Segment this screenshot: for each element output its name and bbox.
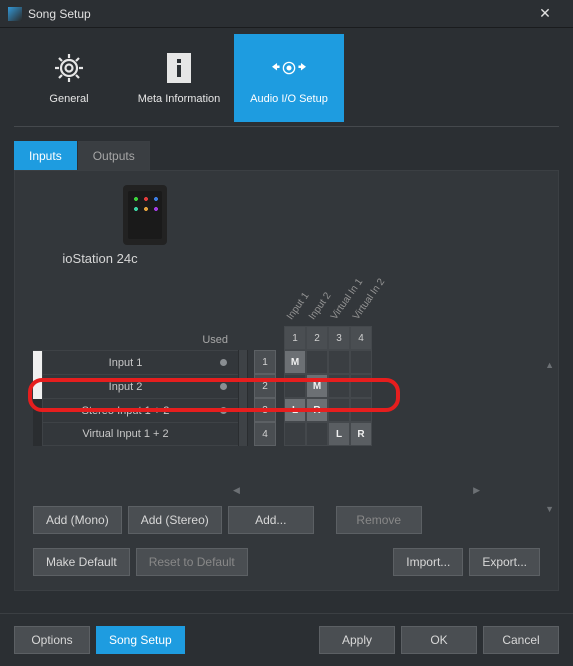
col-number: 1 <box>284 326 306 350</box>
row-label: Virtual Input 1 + 2 <box>43 428 208 440</box>
row-slider[interactable] <box>238 422 248 446</box>
tab-general-label: General <box>49 93 88 105</box>
cancel-button[interactable]: Cancel <box>483 626 559 654</box>
tab-meta-information[interactable]: Meta Information <box>124 34 234 122</box>
subtab-inputs[interactable]: Inputs <box>14 141 77 170</box>
row-slider[interactable] <box>238 350 248 374</box>
row-index: 1 <box>254 350 276 374</box>
default-import-row: Make Default Reset to Default Import... … <box>33 548 540 576</box>
row-color-chip[interactable] <box>33 422 43 446</box>
row-label: Input 1 <box>43 357 208 369</box>
routing-cell[interactable] <box>350 398 372 422</box>
io-icon <box>272 51 306 85</box>
row-label: Stereo Input 1 + 2 <box>43 405 208 417</box>
tab-audio-io-setup[interactable]: Audio I/O Setup <box>234 34 344 122</box>
row-index: 2 <box>254 374 276 398</box>
routing-cell[interactable]: L <box>328 422 350 446</box>
col-number: 2 <box>306 326 328 350</box>
row-index: 4 <box>254 422 276 446</box>
routing-cell[interactable]: M <box>284 350 306 374</box>
device-name: ioStation 24c <box>62 251 137 266</box>
used-header: Used <box>33 272 238 350</box>
used-indicator <box>208 407 238 414</box>
row-index: 3 <box>254 398 276 422</box>
col-number: 3 <box>328 326 350 350</box>
row-slider[interactable] <box>238 374 248 398</box>
used-indicator <box>208 359 238 366</box>
row-color-chip[interactable] <box>33 351 43 375</box>
routing-cell[interactable]: R <box>350 422 372 446</box>
export-button[interactable]: Export... <box>469 548 540 576</box>
subtab-outputs[interactable]: Outputs <box>78 141 150 170</box>
scroll-left-icon[interactable] <box>233 482 240 496</box>
add-mono-button[interactable]: Add (Mono) <box>33 506 122 534</box>
col-numbers: 1 2 3 4 <box>284 326 372 350</box>
routing-cell[interactable]: R <box>306 398 328 422</box>
info-icon <box>162 51 196 85</box>
routing-matrix: Used Input 1 Input 2 Stereo Input 1 + 2 <box>33 272 540 446</box>
used-indicator <box>208 383 238 390</box>
device-block: ioStation 24c <box>33 185 540 266</box>
row-labels: Used Input 1 Input 2 Stereo Input 1 + 2 <box>33 272 238 446</box>
app-icon <box>8 7 22 21</box>
apply-button[interactable]: Apply <box>319 626 395 654</box>
window-title: Song Setup <box>28 7 525 21</box>
tab-io-label: Audio I/O Setup <box>250 93 328 105</box>
table-row[interactable]: Virtual Input 1 + 2 <box>33 422 238 446</box>
ok-button[interactable]: OK <box>401 626 477 654</box>
scroll-down-icon[interactable] <box>545 501 554 515</box>
routing-cell[interactable]: L <box>284 398 306 422</box>
table-row[interactable]: Input 1 <box>33 350 238 374</box>
remove-button[interactable]: Remove <box>336 506 422 534</box>
routing-cell[interactable]: M <box>306 374 328 398</box>
table-row[interactable]: Stereo Input 1 + 2 <box>33 398 238 422</box>
routing-cell[interactable] <box>328 350 350 374</box>
routing-cell[interactable] <box>328 398 350 422</box>
add-stereo-button[interactable]: Add (Stereo) <box>128 506 222 534</box>
content-area: General Meta Information Audio I/O Setup… <box>0 28 573 605</box>
make-default-button[interactable]: Make Default <box>33 548 130 576</box>
v-scroll <box>545 357 554 515</box>
import-button[interactable]: Import... <box>393 548 463 576</box>
row-label: Input 2 <box>43 381 208 393</box>
routing-cell[interactable] <box>306 422 328 446</box>
tab-general[interactable]: General <box>14 34 124 122</box>
top-tabs: General Meta Information Audio I/O Setup <box>14 34 559 122</box>
song-setup-button[interactable]: Song Setup <box>96 626 185 654</box>
routing-cell[interactable] <box>350 374 372 398</box>
h-scroll <box>33 482 540 496</box>
col-label: Input 1 <box>285 291 312 322</box>
index-column: 1 2 3 4 <box>238 272 276 446</box>
sub-tabs: Inputs Outputs <box>14 141 559 171</box>
scroll-up-icon[interactable] <box>545 357 554 371</box>
grid-rows: M M L R <box>284 350 372 446</box>
routing-cell[interactable] <box>306 350 328 374</box>
add-button[interactable]: Add... <box>228 506 314 534</box>
bottom-bar: Options Song Setup Apply OK Cancel <box>0 613 573 666</box>
io-panel: ioStation 24c Used Input 1 Input 2 <box>14 171 559 591</box>
row-color-chip[interactable] <box>33 399 43 423</box>
device-image <box>123 185 167 245</box>
scroll-right-icon[interactable] <box>473 482 480 496</box>
add-remove-row: Add (Mono) Add (Stereo) Add... Remove <box>33 506 540 534</box>
gear-icon <box>52 51 86 85</box>
routing-cell[interactable] <box>328 374 350 398</box>
routing-cell[interactable] <box>350 350 372 374</box>
row-color-chip[interactable] <box>33 375 43 399</box>
tab-meta-label: Meta Information <box>138 93 221 105</box>
row-slider[interactable] <box>238 398 248 422</box>
titlebar: Song Setup ✕ <box>0 0 573 28</box>
divider <box>14 126 559 127</box>
routing-cell[interactable] <box>284 374 306 398</box>
reset-default-button[interactable]: Reset to Default <box>136 548 248 576</box>
col-number: 4 <box>350 326 372 350</box>
matrix-grid: Input 1 Input 2 Virtual In 1 Virtual In … <box>284 272 372 446</box>
routing-cell[interactable] <box>284 422 306 446</box>
close-button[interactable]: ✕ <box>525 0 565 28</box>
table-row[interactable]: Input 2 <box>33 374 238 398</box>
options-button[interactable]: Options <box>14 626 90 654</box>
